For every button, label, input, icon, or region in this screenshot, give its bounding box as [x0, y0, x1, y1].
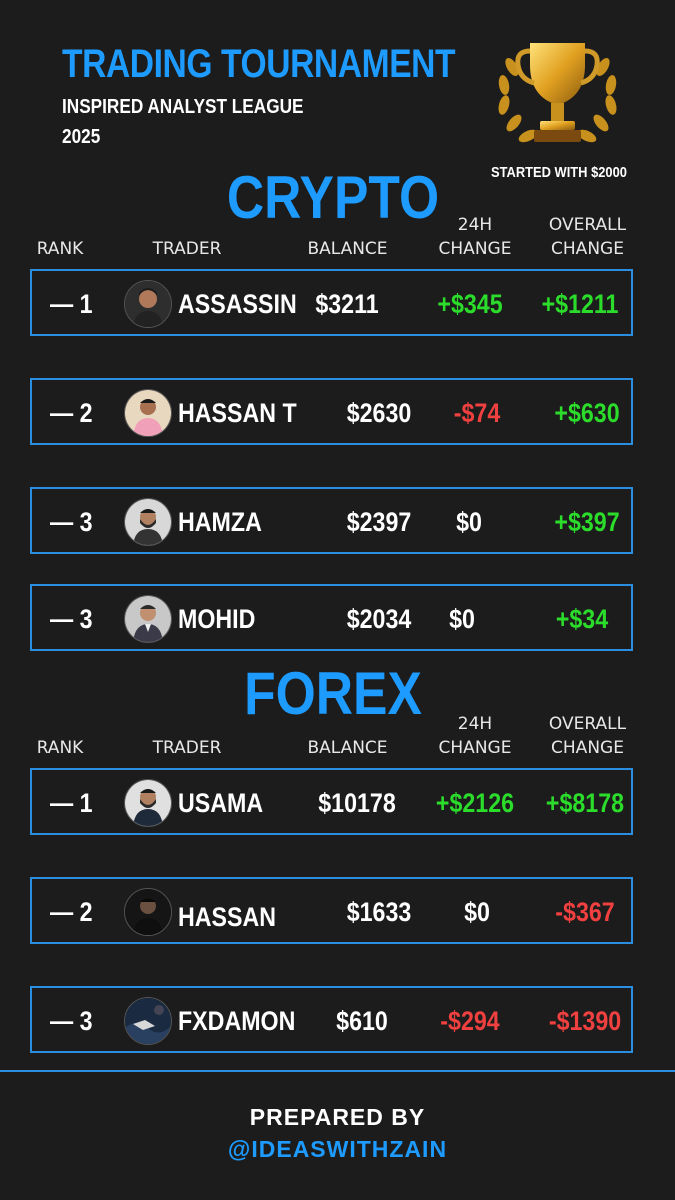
overall-header-line2: CHANGE — [551, 738, 624, 758]
avatar — [124, 997, 172, 1045]
avatar — [124, 389, 172, 437]
footer-divider — [0, 1070, 675, 1072]
avatar — [124, 888, 172, 936]
table-row: — 2 HASSAN T $2630 -$74 +$630 — [30, 378, 633, 445]
league-name: INSPIRED ANALYST LEAGUE — [62, 96, 304, 118]
rank-cell: — 3 — [50, 604, 93, 634]
avatar — [124, 498, 172, 546]
overall-change-cell: -$1390 — [548, 1006, 622, 1036]
change-24h-cell: $0 — [449, 604, 475, 634]
change-24h-cell: $0 — [464, 897, 490, 927]
rank-cell: — 1 — [50, 788, 93, 818]
rank-cell: — 2 — [50, 897, 93, 927]
author-handle: @IDEASWITHZAIN — [227, 1136, 448, 1162]
change-24h-header-line2: CHANGE — [438, 239, 512, 259]
balance-cell: $2630 — [346, 398, 412, 428]
overall-header-line2: CHANGE — [551, 239, 624, 259]
change-24h-cell: -$74 — [453, 398, 501, 428]
page-title: TRADING TOURNAMENT — [62, 42, 456, 86]
rank-header: RANK — [36, 738, 84, 758]
balance-cell: $2034 — [346, 604, 412, 634]
avatar — [124, 595, 172, 643]
trophy-icon — [498, 43, 617, 143]
balance-cell: $10178 — [318, 788, 396, 818]
trader-name: HAMZA — [178, 507, 262, 537]
change-24h-header-line1: 24H — [457, 714, 493, 734]
rank-cell: — 2 — [50, 398, 93, 428]
trader-header: TRADER — [152, 239, 222, 259]
table-row: — 2 HASSAN $1633 $0 -$367 — [30, 877, 633, 944]
year-label: 2025 — [62, 126, 101, 148]
table-row: — 1 ASSASSIN $3211 +$345 +$1211 — [30, 269, 633, 336]
trader-name: ASSASSIN — [178, 289, 297, 319]
overall-change-cell: +$8178 — [545, 788, 625, 818]
table-row: — 3 HAMZA $2397 $0 +$397 — [30, 487, 633, 554]
table-row: — 3 MOHID $2034 $0 +$34 — [30, 584, 633, 651]
trader-header: TRADER — [152, 738, 222, 758]
overall-change-cell: -$367 — [555, 897, 615, 927]
trader-name: USAMA — [178, 788, 264, 818]
starting-balance-note: STARTED WITH $2000 — [491, 164, 627, 181]
change-24h-header-line2: CHANGE — [438, 738, 512, 758]
trader-name: HASSAN T — [178, 398, 297, 428]
table-row: — 3 FXDAMON $610 -$294 -$1390 — [30, 986, 633, 1053]
change-24h-cell: +$345 — [437, 289, 503, 319]
change-24h-cell: $0 — [456, 507, 482, 537]
crypto-section-title: CRYPTO — [226, 164, 440, 231]
balance-header: BALANCE — [307, 738, 388, 758]
avatar — [124, 280, 172, 328]
trader-name: FXDAMON — [178, 1006, 296, 1036]
balance-header: BALANCE — [307, 239, 388, 259]
change-24h-header-line1: 24H — [457, 215, 493, 235]
overall-change-cell: +$630 — [554, 398, 620, 428]
rank-cell: — 3 — [50, 1006, 93, 1036]
rank-cell: — 1 — [50, 289, 93, 319]
change-24h-cell: +$2126 — [435, 788, 515, 818]
avatar — [124, 779, 172, 827]
balance-cell: $3211 — [315, 289, 379, 319]
balance-cell: $2397 — [346, 507, 412, 537]
prepared-by-label: PREPARED BY — [249, 1104, 426, 1130]
rank-cell: — 3 — [50, 507, 93, 537]
rank-header: RANK — [36, 239, 84, 259]
forex-section-title: FOREX — [244, 660, 422, 727]
overall-change-cell: +$34 — [555, 604, 609, 634]
overall-header-line1: OVERALL — [548, 215, 627, 235]
overall-change-cell: +$1211 — [541, 289, 619, 319]
table-row: — 1 USAMA $10178 +$2126 +$8178 — [30, 768, 633, 835]
trader-name: MOHID — [178, 604, 256, 634]
balance-cell: $610 — [336, 1006, 388, 1036]
trader-name: HASSAN — [178, 902, 277, 932]
overall-change-cell: +$397 — [554, 507, 620, 537]
balance-cell: $1633 — [346, 897, 412, 927]
overall-header-line1: OVERALL — [548, 714, 627, 734]
change-24h-cell: -$294 — [440, 1006, 500, 1036]
